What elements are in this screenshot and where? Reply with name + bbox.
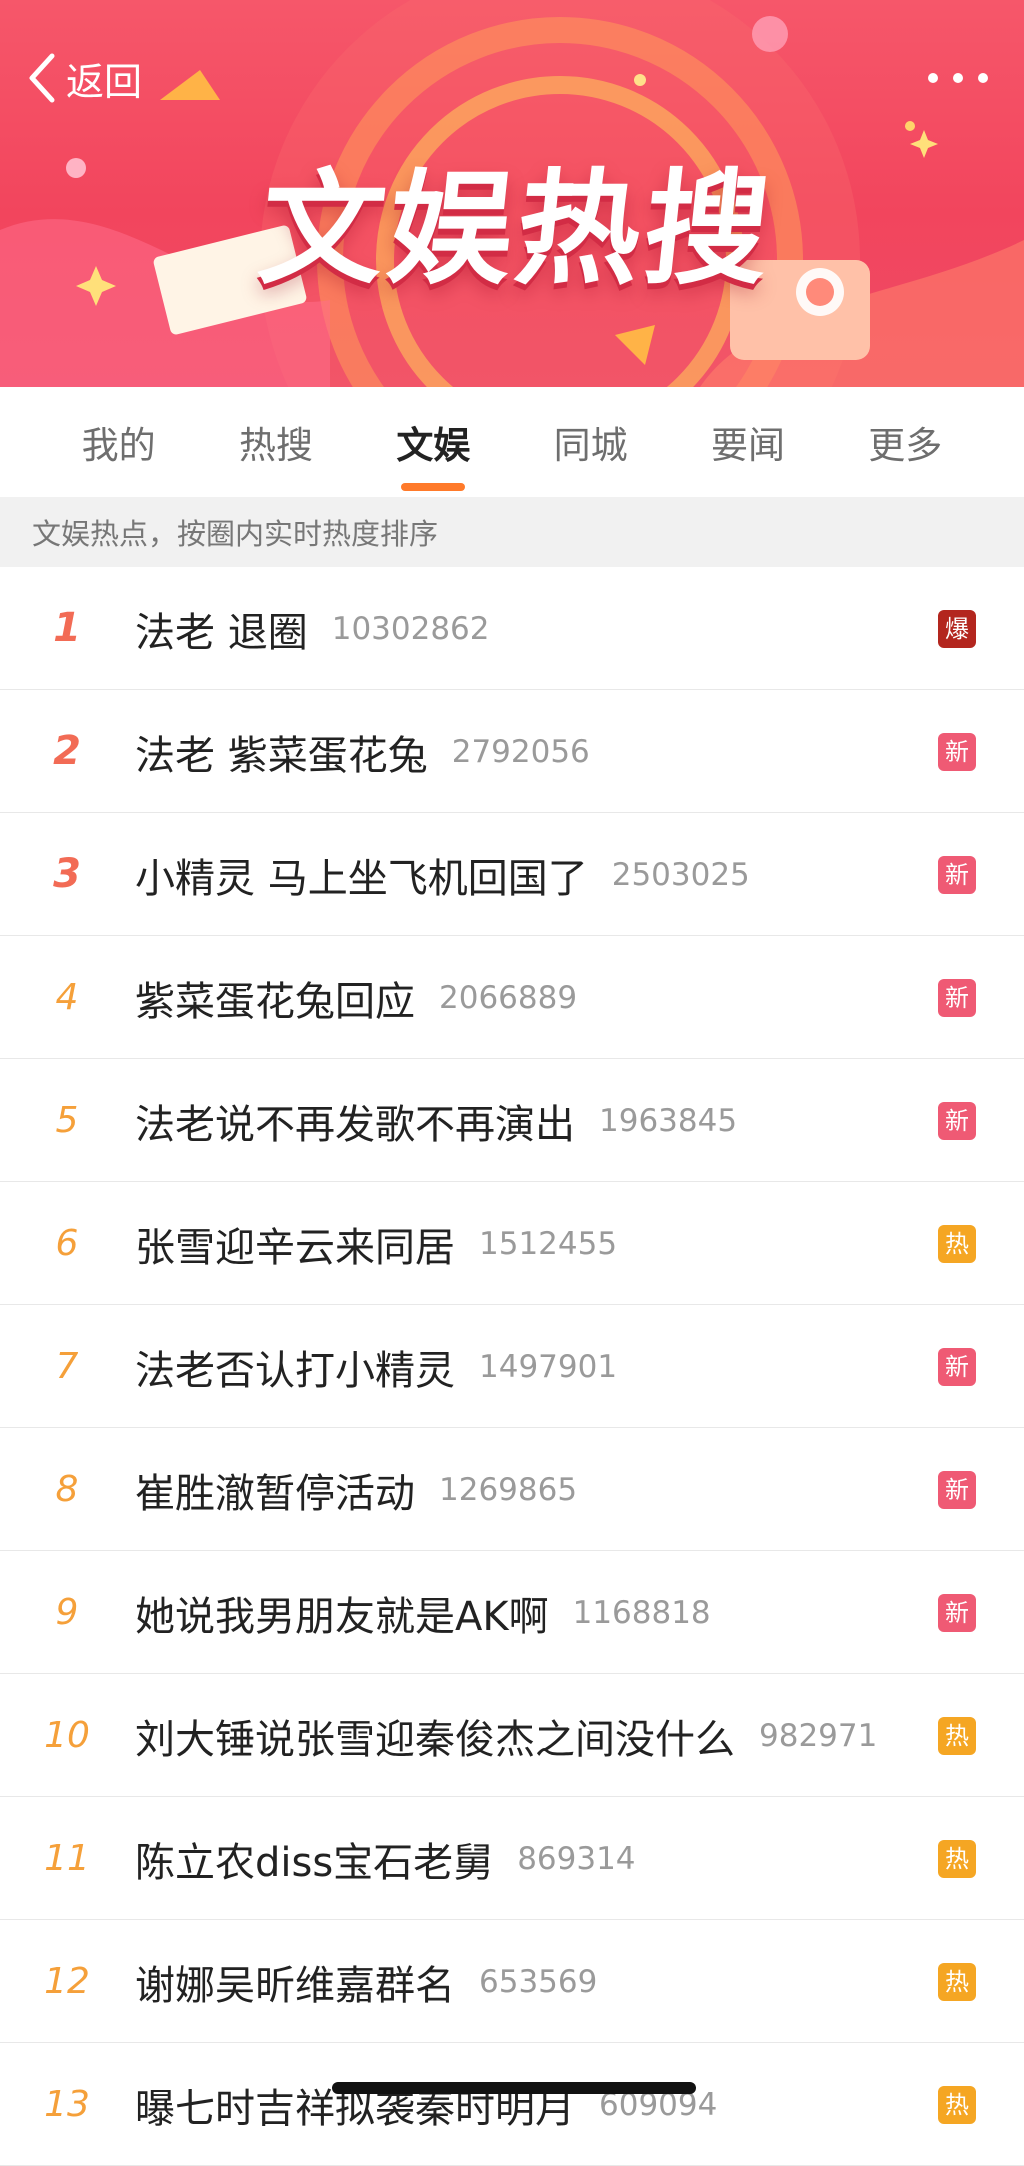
more-dots-icon xyxy=(928,73,938,83)
header-banner: 返回 文娱热搜 xyxy=(0,0,1024,387)
rank-number: 12 xyxy=(44,1961,90,2002)
tab-more[interactable]: 更多 xyxy=(858,415,952,469)
list-item[interactable]: 7 法老否认打小精灵 1497901 新 xyxy=(0,1305,1024,1428)
hot-search-list: 1 法老 退圈 10302862 爆 2 法老 紫菜蛋花兔 2792056 新 3 小精灵 马上坐… xyxy=(0,567,1024,2166)
rank-number: 9 xyxy=(55,1592,79,1633)
topic-title[interactable]: 法老说不再发歌不再演出 xyxy=(135,1092,575,1150)
heat-count: 653569 xyxy=(479,1963,598,2000)
status-badge: 爆 xyxy=(938,610,976,648)
rank-number: 3 xyxy=(53,851,81,897)
list-item[interactable]: 3 小精灵 马上坐飞机回国了 2503025 新 xyxy=(0,813,1024,936)
rank-number: 5 xyxy=(55,1100,79,1141)
topic-title[interactable]: 小精灵 马上坐飞机回国了 xyxy=(135,846,588,904)
back-button[interactable]: 返回 xyxy=(22,50,142,106)
rank-number: 11 xyxy=(44,1838,90,1879)
topic-text: 谢娜吴昕维嘉群名 653569 xyxy=(135,1920,597,2043)
category-tabs: 我的 热搜 文娱 同城 要闻 更多 xyxy=(0,387,1024,497)
status-badge: 新 xyxy=(938,856,976,894)
tab-entertainment[interactable]: 文娱 xyxy=(386,415,480,469)
rank-number: 13 xyxy=(44,2084,90,2125)
topic-text: 紫菜蛋花兔回应 2066889 xyxy=(135,936,577,1059)
topic-title[interactable]: 她说我男朋友就是AK啊 xyxy=(135,1584,549,1642)
rank-number: 2 xyxy=(53,728,81,774)
topic-text: 法老 紫菜蛋花兔 2792056 xyxy=(135,690,590,813)
heat-count: 2066889 xyxy=(439,979,578,1016)
topic-text: 法老 退圈 10302862 xyxy=(135,567,490,690)
heat-count: 1512455 xyxy=(479,1225,618,1262)
more-dots-icon-dot xyxy=(978,73,988,83)
rank-number: 6 xyxy=(55,1223,79,1264)
status-badge: 新 xyxy=(938,1471,976,1509)
rank-number: 10 xyxy=(44,1715,90,1756)
topic-title[interactable]: 法老 退圈 xyxy=(135,600,308,658)
list-item[interactable]: 13 曝七时吉祥拟袭秦时明月 609094 热 xyxy=(0,2043,1024,2166)
topic-title[interactable]: 崔胜澈暂停活动 xyxy=(135,1461,415,1519)
topic-title[interactable]: 陈立农diss宝石老舅 xyxy=(135,1830,493,1888)
heat-count: 2792056 xyxy=(451,733,590,770)
heat-count: 1963845 xyxy=(599,1102,738,1139)
home-indicator[interactable] xyxy=(332,2082,696,2094)
list-item[interactable]: 6 张雪迎辛云来同居 1512455 热 xyxy=(0,1182,1024,1305)
topic-text: 小精灵 马上坐飞机回国了 2503025 xyxy=(135,813,750,936)
list-item[interactable]: 5 法老说不再发歌不再演出 1963845 新 xyxy=(0,1059,1024,1182)
list-item[interactable]: 11 陈立农diss宝石老舅 869314 热 xyxy=(0,1797,1024,1920)
back-label: 返回 xyxy=(66,59,143,104)
status-badge: 热 xyxy=(938,2086,976,2124)
status-badge: 新 xyxy=(938,979,976,1017)
tab-news[interactable]: 要闻 xyxy=(701,415,795,469)
rank-number: 7 xyxy=(55,1346,79,1387)
status-badge: 热 xyxy=(938,1225,976,1263)
status-badge: 新 xyxy=(938,733,976,771)
tab-hot-search[interactable]: 热搜 xyxy=(229,415,323,469)
heat-count: 1497901 xyxy=(479,1348,618,1385)
heat-count: 10302862 xyxy=(331,610,490,647)
heat-count: 1269865 xyxy=(439,1471,578,1508)
status-badge: 新 xyxy=(938,1102,976,1140)
topic-text: 法老否认打小精灵 1497901 xyxy=(135,1305,617,1428)
topic-title[interactable]: 紫菜蛋花兔回应 xyxy=(135,969,415,1027)
rank-number: 4 xyxy=(55,977,79,1018)
tab-local[interactable]: 同城 xyxy=(544,415,638,469)
list-item[interactable]: 4 紫菜蛋花兔回应 2066889 新 xyxy=(0,936,1024,1059)
topic-text: 刘大锤说张雪迎秦俊杰之间没什么 982971 xyxy=(135,1674,877,1797)
status-badge: 热 xyxy=(938,1840,976,1878)
list-item[interactable]: 8 崔胜澈暂停活动 1269865 新 xyxy=(0,1428,1024,1551)
heat-count: 869314 xyxy=(517,1840,636,1877)
rank-number: 8 xyxy=(55,1469,79,1510)
topic-text: 她说我男朋友就是AK啊 1168818 xyxy=(135,1551,711,1674)
heat-count: 982971 xyxy=(759,1717,878,1754)
topic-title[interactable]: 谢娜吴昕维嘉群名 xyxy=(135,1953,455,2011)
tab-mine[interactable]: 我的 xyxy=(72,415,166,469)
chevron-left-icon xyxy=(29,53,55,103)
topic-title[interactable]: 法老否认打小精灵 xyxy=(135,1338,455,1396)
status-badge: 热 xyxy=(938,1717,976,1755)
list-description: 文娱热点，按圈内实时热度排序 xyxy=(0,497,1024,567)
topic-text: 法老说不再发歌不再演出 1963845 xyxy=(135,1059,737,1182)
list-item[interactable]: 9 她说我男朋友就是AK啊 1168818 新 xyxy=(0,1551,1024,1674)
topic-text: 曝七时吉祥拟袭秦时明月 609094 xyxy=(135,2043,717,2166)
topic-text: 张雪迎辛云来同居 1512455 xyxy=(135,1182,617,1305)
page-title: 文娱热搜 xyxy=(253,158,781,302)
list-item[interactable]: 1 法老 退圈 10302862 爆 xyxy=(0,567,1024,690)
topic-title[interactable]: 刘大锤说张雪迎秦俊杰之间没什么 xyxy=(135,1707,735,1765)
topic-text: 崔胜澈暂停活动 1269865 xyxy=(135,1428,577,1551)
topic-title[interactable]: 张雪迎辛云来同居 xyxy=(135,1215,455,1273)
more-options-button[interactable] xyxy=(928,66,988,90)
more-dots-icon-dot xyxy=(953,73,963,83)
topic-text: 陈立农diss宝石老舅 869314 xyxy=(135,1797,636,1920)
rank-number: 1 xyxy=(53,605,81,651)
list-item[interactable]: 10 刘大锤说张雪迎秦俊杰之间没什么 982971 热 xyxy=(0,1674,1024,1797)
status-badge: 新 xyxy=(938,1348,976,1386)
heat-count: 1168818 xyxy=(572,1594,711,1631)
list-item[interactable]: 12 谢娜吴昕维嘉群名 653569 热 xyxy=(0,1920,1024,2043)
heat-count: 2503025 xyxy=(611,856,750,893)
topic-title[interactable]: 法老 紫菜蛋花兔 xyxy=(135,723,428,781)
status-badge: 热 xyxy=(938,1963,976,2001)
list-item[interactable]: 2 法老 紫菜蛋花兔 2792056 新 xyxy=(0,690,1024,813)
status-badge: 新 xyxy=(938,1594,976,1632)
